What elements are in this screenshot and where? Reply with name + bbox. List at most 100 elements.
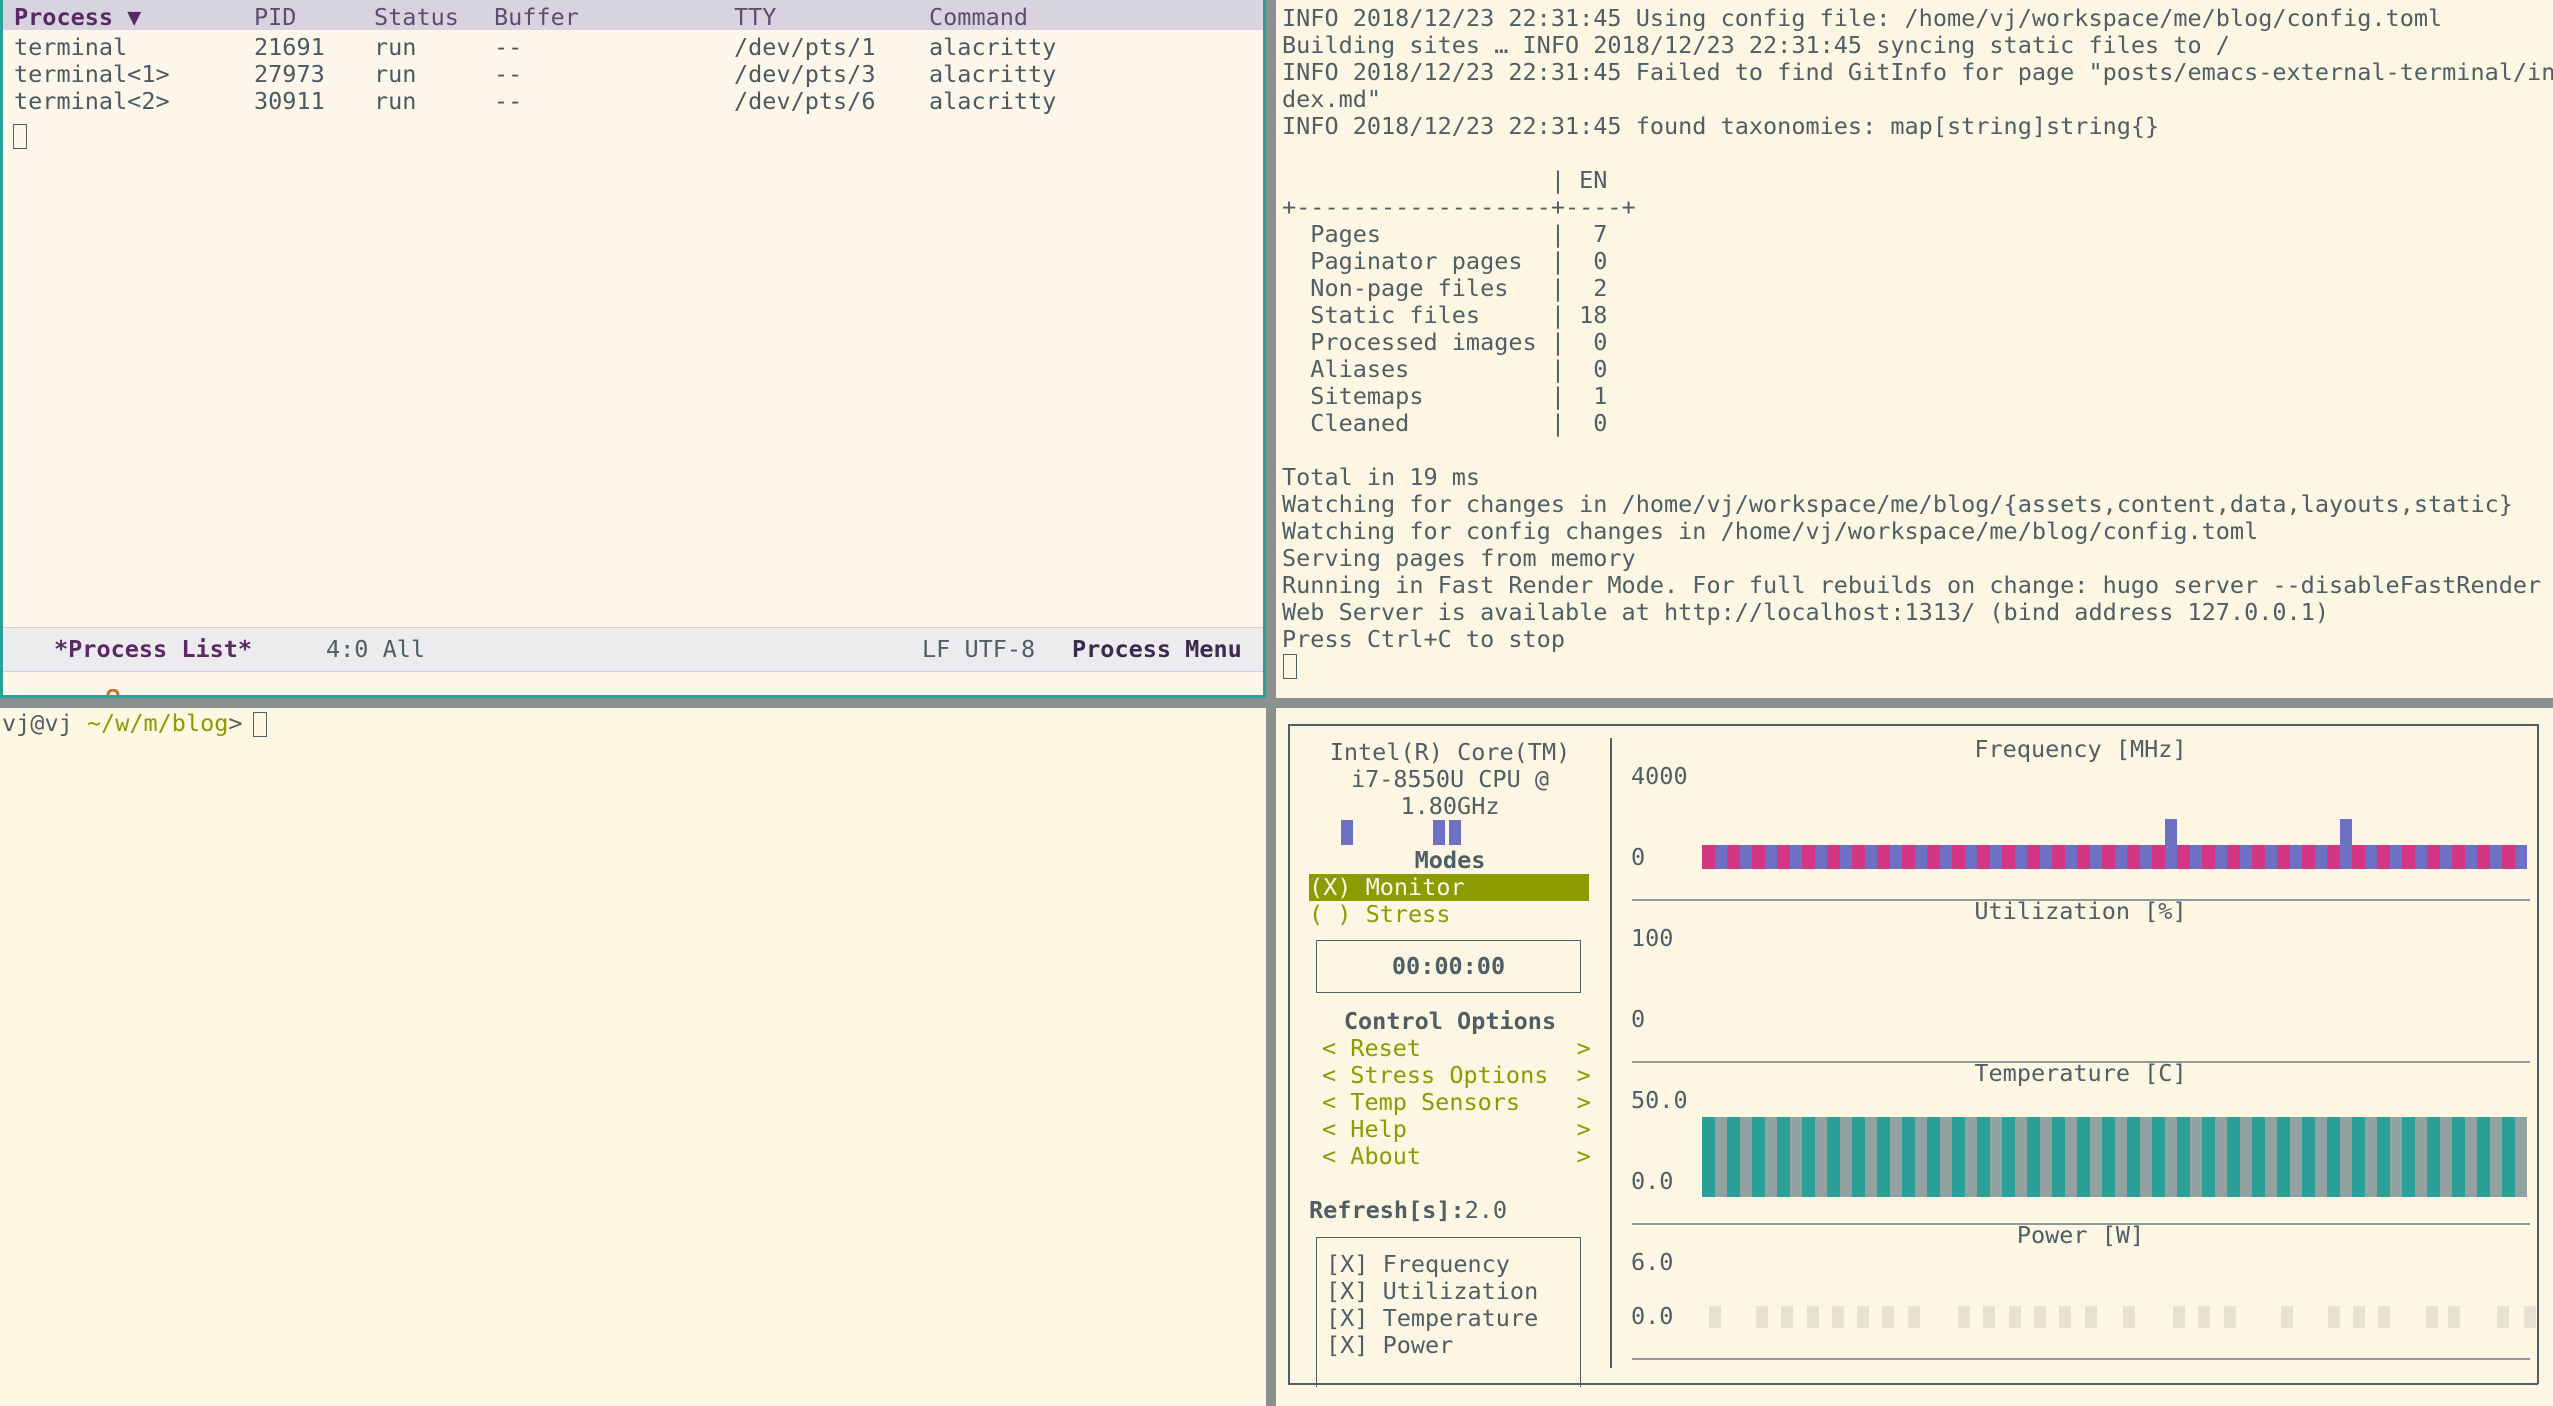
frequency-bar: [2102, 845, 2115, 869]
frequency-bar: [2164, 819, 2177, 869]
temperature-bar: [1864, 1117, 1877, 1197]
help-button[interactable]: < Help >: [1322, 1116, 1591, 1143]
shell-prompt[interactable]: vj@vj ~/w/m/blog>: [2, 710, 257, 737]
mode-monitor-radio[interactable]: (X) Monitor: [1309, 874, 1589, 901]
column-header-command[interactable]: Command: [929, 0, 1028, 34]
power-axis-min: 0.0: [1631, 1302, 1674, 1330]
frequency-bar: [1752, 845, 1765, 869]
refresh-value: 2.0: [1464, 1196, 1508, 1224]
frequency-bar: [2377, 845, 2390, 869]
log-line: Serving pages from memory: [1282, 544, 1636, 572]
process-menu-button[interactable]: Process Menu: [1072, 628, 1242, 671]
mode-stress-radio[interactable]: ( ) Stress: [1309, 901, 1450, 928]
power-bar: [1857, 1306, 1870, 1328]
temperature-bar: [1964, 1117, 1977, 1197]
power-bar: [1831, 1306, 1844, 1328]
frequency-bar: [2277, 845, 2290, 869]
power-bar: [1755, 1306, 1768, 1328]
toggle-frequency-checkbox[interactable]: [X] Frequency: [1326, 1251, 1510, 1278]
prompt-path: ~/w/m/blog: [86, 709, 229, 737]
frequency-bar: [1964, 845, 1977, 869]
log-line: Paginator pages | 0: [1282, 247, 1608, 275]
toggle-temperature-checkbox[interactable]: [X] Temperature: [1326, 1305, 1538, 1332]
temperature-bar: [2327, 1117, 2340, 1197]
frequency-bar: [1977, 845, 1990, 869]
temperature-bar: [1989, 1117, 2002, 1197]
temperature-bar: [2364, 1117, 2377, 1197]
column-header-tty[interactable]: TTY: [734, 0, 776, 34]
frequency-bar: [2464, 845, 2477, 869]
temperature-bar: [2202, 1117, 2215, 1197]
s-tui-window[interactable]: Intel(R) Core(TM) i7-8550U CPU @ 1.80GHz…: [1276, 708, 2553, 1406]
power-bar: [2084, 1306, 2097, 1328]
column-header-buffer[interactable]: Buffer: [494, 0, 579, 34]
temperature-bar: [2502, 1117, 2515, 1197]
column-header-pid[interactable]: PID: [254, 0, 296, 34]
temperature-bar: [2252, 1117, 2265, 1197]
log-line: Sitemaps | 1: [1282, 382, 1608, 410]
power-bar: [1806, 1306, 1819, 1328]
frequency-bar: [1889, 845, 1902, 869]
temperature-bar: [2002, 1117, 2015, 1197]
frequency-bar: [1789, 845, 1802, 869]
frequency-bar: [2064, 845, 2077, 869]
frequency-bar: [2002, 845, 2015, 869]
temperature-axis-min: 0.0: [1631, 1167, 1674, 1195]
temperature-bar: [2102, 1117, 2115, 1197]
shell-terminal-window[interactable]: vj@vj ~/w/m/blog>: [0, 708, 1266, 1406]
process-name: terminal: [14, 33, 128, 61]
column-header-process[interactable]: Process ▼: [14, 0, 141, 34]
stress-options-button[interactable]: < Stress Options >: [1322, 1062, 1591, 1089]
modes-title: Modes: [1414, 846, 1486, 874]
process-status: run: [374, 60, 417, 88]
temperature-bar: [2164, 1117, 2177, 1197]
frequency-bar: [1433, 820, 1445, 845]
temperature-bar: [2277, 1117, 2290, 1197]
temperature-bar: [1877, 1117, 1890, 1197]
toggle-utilization-checkbox[interactable]: [X] Utilization: [1326, 1278, 1538, 1305]
temperature-bar: [2477, 1117, 2490, 1197]
toggle-power-checkbox[interactable]: [X] Power: [1326, 1332, 1453, 1359]
power-bar: [1983, 1306, 1996, 1328]
temperature-bar: [2077, 1117, 2090, 1197]
temperature-bar: [2377, 1117, 2390, 1197]
timer-value: 00:00:00: [1391, 952, 1506, 980]
power-bar: [1708, 1306, 1721, 1328]
about-button[interactable]: < About >: [1322, 1143, 1591, 1170]
log-line: Running in Fast Render Mode. For full re…: [1282, 571, 2542, 599]
column-header-status[interactable]: Status: [374, 0, 459, 34]
hugo-terminal-window[interactable]: INFO 2018/12/23 22:31:45 Using config fi…: [1276, 0, 2553, 698]
frequency-bar: [1877, 845, 1890, 869]
frequency-bar: [1802, 845, 1815, 869]
lock-icon: [18, 639, 120, 698]
temperature-bar: [1727, 1117, 1740, 1197]
power-bar: [2008, 1306, 2021, 1328]
process-name: terminal<1>: [14, 60, 170, 88]
reset-button[interactable]: < Reset >: [1322, 1035, 1591, 1062]
mode-line: *Process List* 4:0 All LF UTF-8 Process …: [0, 627, 1266, 698]
temperature-bar: [1914, 1117, 1927, 1197]
frequency-bar: [1777, 845, 1790, 869]
frame-top: [1288, 724, 2538, 726]
temperature-bar: [1752, 1117, 1765, 1197]
log-line: Press Ctrl+C to stop: [1282, 625, 1565, 653]
frequency-axis-min: 0: [1631, 843, 1646, 871]
process-status: run: [374, 87, 417, 115]
temperature-bar: [2052, 1117, 2065, 1197]
refresh-setting[interactable]: Refresh[s]:2.0: [1309, 1197, 1507, 1224]
power-bar: [2496, 1306, 2509, 1328]
temperature-bar: [2064, 1117, 2077, 1197]
process-command: alacritty: [929, 33, 1057, 61]
frequency-bar: [1927, 845, 1940, 869]
temperature-bar: [2214, 1117, 2227, 1197]
terminal-cursor: [1283, 654, 1297, 679]
frequency-bar: [2427, 845, 2440, 869]
temperature-bar: [1839, 1117, 1852, 1197]
frequency-bar: [1449, 820, 1461, 845]
log-line: Watching for changes in /home/vj/workspa…: [1282, 490, 2513, 518]
process-pid: 21691: [254, 33, 325, 61]
process-list-window[interactable]: Process ▼ PID Status Buffer TTY Command …: [0, 0, 1266, 698]
temp-sensors-button[interactable]: < Temp Sensors >: [1322, 1089, 1591, 1116]
modeline-encoding[interactable]: LF UTF-8: [922, 628, 1035, 671]
frequency-axis-max: 4000: [1631, 762, 1688, 790]
